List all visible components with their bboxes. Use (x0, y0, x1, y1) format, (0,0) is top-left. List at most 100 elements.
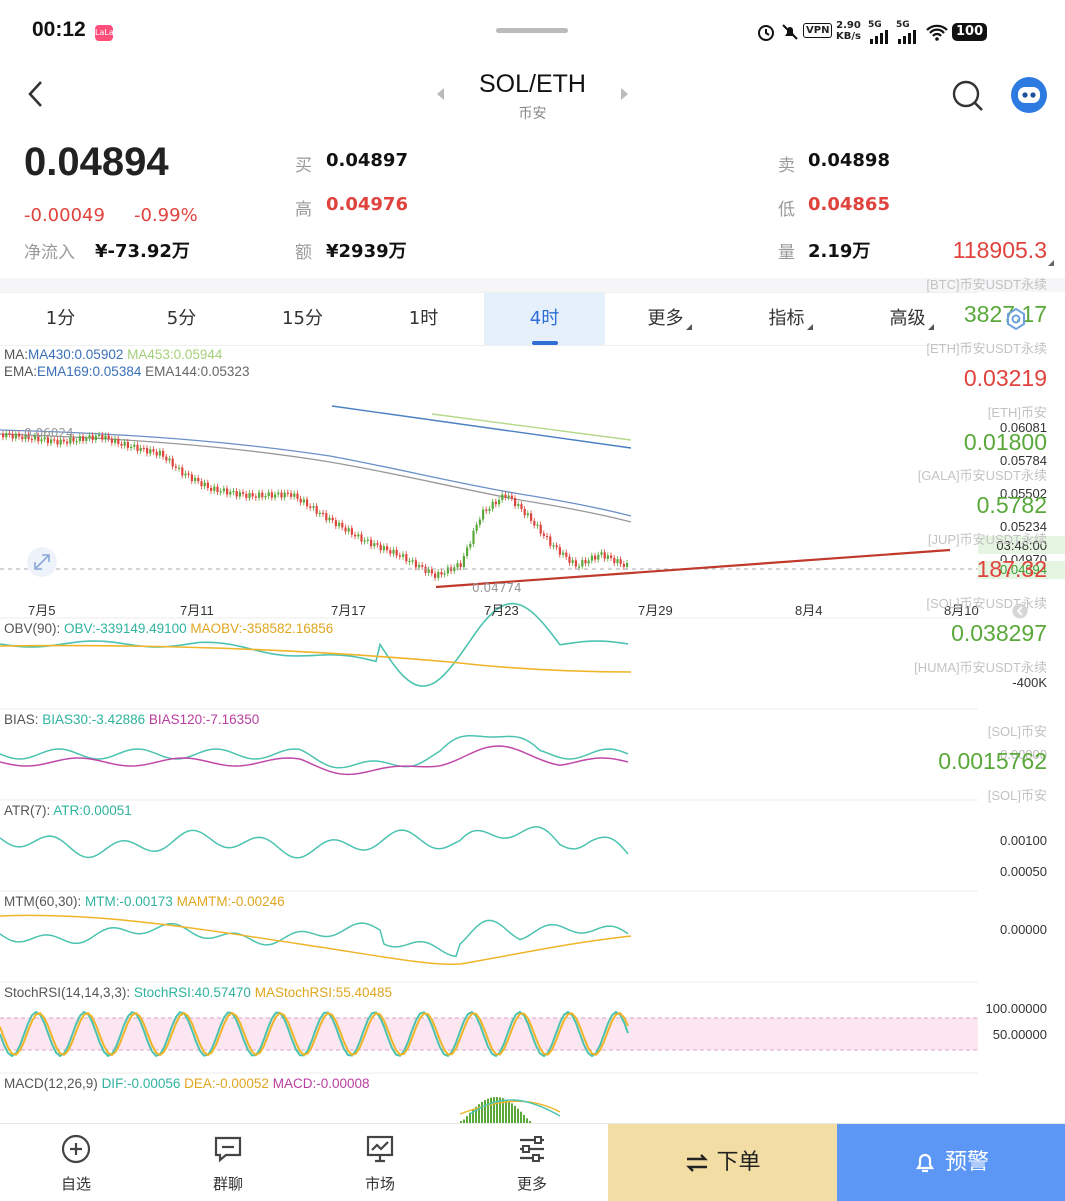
date-label: 7月29 (638, 603, 673, 618)
candle-body (600, 552, 603, 555)
tab-1min[interactable]: 1分 (0, 293, 121, 345)
obv-line (0, 602, 629, 687)
candle-body (581, 560, 584, 567)
pair-title[interactable]: SOL/ETH (0, 70, 1065, 99)
side-ticker-name: [GALA]币安USDT永续 (917, 468, 1047, 483)
candle-body (363, 540, 366, 542)
candle-body (421, 565, 424, 567)
candle-body (277, 492, 280, 495)
side-ticker-value[interactable]: 0.03219 (964, 365, 1047, 392)
candle-body (130, 446, 133, 449)
candle-body (78, 436, 81, 442)
candle-body (315, 506, 318, 514)
candle-body (530, 513, 533, 521)
side-ticker-value[interactable]: 0.5782 (977, 492, 1047, 519)
side-ticker-value[interactable]: 0.038297 (951, 620, 1047, 647)
candle-body (334, 520, 337, 527)
candle-body (2, 434, 5, 438)
candle-body (520, 504, 523, 509)
side-ticker-name: [ETH]币安USDT永续 (926, 341, 1047, 356)
candle-body (357, 534, 360, 537)
candle-body (626, 563, 629, 567)
candle-body (533, 520, 536, 526)
candle-body (190, 474, 193, 482)
candle-body (619, 559, 622, 564)
tab-1h[interactable]: 1时 (363, 293, 484, 345)
collapse-icon[interactable] (1012, 603, 1028, 619)
candle-body (210, 487, 213, 491)
candle-body (456, 563, 459, 568)
status-bar: 00:12 LaLa VPN 2.90 KB/s 5G 5G 100 (0, 0, 1065, 66)
order-button-label: 下单 (716, 1150, 761, 1175)
tab-indicators[interactable]: 指标 (726, 293, 847, 345)
macd-bar (466, 1116, 468, 1123)
alert-button[interactable]: 预警 (837, 1124, 1065, 1201)
ask-label: 卖 (778, 156, 795, 176)
candle-body (133, 444, 136, 447)
macd-bar (517, 1108, 519, 1123)
order-button[interactable]: 下单 (608, 1124, 837, 1201)
candle-body (120, 443, 123, 446)
candle-body (536, 524, 539, 526)
candle-body (366, 539, 369, 541)
side-ticker-name: [ETH]币安 (987, 405, 1047, 420)
side-ticker-value[interactable]: 0.01800 (964, 429, 1047, 456)
obv-axis-label: -400K (1012, 675, 1047, 690)
atr-axis-label: 0.00100 (1000, 833, 1047, 848)
candle-body (584, 560, 587, 564)
candle-body (610, 555, 613, 559)
candle-body (341, 522, 344, 528)
candle-body (331, 517, 334, 521)
candlesticks (2, 430, 629, 581)
candle-body (251, 493, 254, 497)
candle-body (206, 482, 209, 488)
exchange-name: 币安 (518, 106, 547, 122)
dropdown-corner-icon (807, 324, 813, 330)
tab-more[interactable]: 更多 (605, 293, 726, 345)
candle-body (462, 555, 465, 568)
nav-watchlist[interactable]: 自选 (0, 1124, 152, 1201)
macd-bar (505, 1099, 507, 1123)
low-value: 0.04865 (808, 194, 890, 215)
macd-bar (490, 1097, 492, 1123)
atr-legend: ATR(7): ATR:0.00051 (4, 803, 132, 818)
side-ticker-value[interactable]: 0.0015762 (938, 748, 1047, 775)
bottom-nav-bar: 自选 群聊 市场 更多 下单 预警 (0, 1123, 1065, 1201)
candle-body (312, 506, 315, 508)
candle-body (254, 496, 257, 498)
candle-body (523, 508, 526, 516)
candle-body (101, 434, 104, 440)
candle-body (504, 494, 507, 498)
candle-body (360, 534, 363, 542)
candle-body (187, 473, 190, 475)
candle-body (373, 543, 376, 547)
candle-body (117, 438, 120, 444)
candle-body (222, 488, 225, 492)
side-ticker-value[interactable]: 187.32 (977, 556, 1047, 583)
ask-value: 0.04898 (808, 150, 890, 171)
tab-4h[interactable]: 4时 (484, 293, 605, 345)
netflow-value: ¥-73.92万 (95, 241, 190, 262)
date-label: 7月23 (484, 603, 519, 618)
macd-bar (508, 1101, 510, 1123)
kline-chart[interactable]: 0.06024 0.04774 (0, 344, 978, 1123)
mamtm-line (0, 914, 632, 966)
nav-market[interactable]: 市场 (304, 1124, 456, 1201)
nav-group-chat[interactable]: 群聊 (152, 1124, 304, 1201)
side-ticker-value[interactable]: 118905.3 (953, 237, 1047, 264)
nav-more[interactable]: 更多 (456, 1124, 608, 1201)
candle-body (152, 449, 155, 452)
tab-5min[interactable]: 5分 (121, 293, 242, 345)
tab-15min[interactable]: 15分 (242, 293, 363, 345)
settings-icon[interactable] (1003, 306, 1029, 332)
candle-body (293, 493, 296, 497)
expand-corner-icon[interactable] (1046, 258, 1056, 268)
side-ticker-name: [SOL]币安 (987, 788, 1047, 803)
bell-icon (915, 1153, 935, 1173)
window-handle[interactable] (496, 28, 568, 33)
ma453-line (431, 413, 632, 441)
date-label: 8月4 (795, 603, 823, 618)
candle-body (232, 491, 235, 493)
candle-body (434, 573, 437, 578)
candle-body (18, 433, 21, 437)
